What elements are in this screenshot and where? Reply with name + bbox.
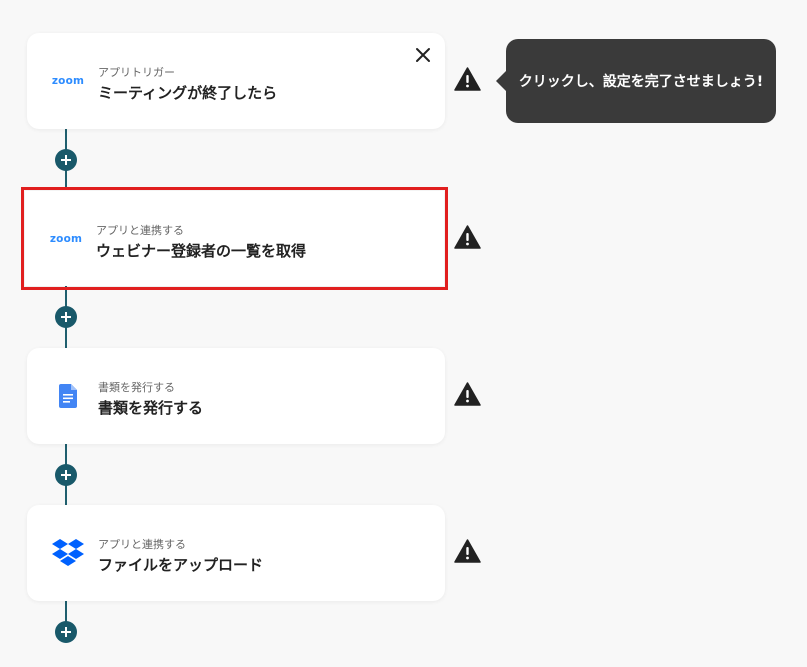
step-card-issue-document[interactable]: 書類を発行する 書類を発行する — [27, 348, 445, 444]
google-docs-icon — [51, 384, 85, 408]
step-subtitle: アプリと連携する — [98, 538, 186, 551]
close-icon[interactable] — [415, 47, 431, 63]
step-subtitle: アプリトリガー — [98, 66, 175, 79]
warning-icon[interactable] — [454, 225, 481, 249]
step-card-webinar-registrants[interactable]: zoom アプリと連携する ウェビナー登録者の一覧を取得 — [21, 187, 448, 290]
flow-canvas: zoom アプリトリガー ミーティングが終了したら zoom アプリと連携する … — [0, 0, 807, 667]
add-step-button[interactable] — [55, 464, 77, 486]
zoom-logo-icon: zoom — [49, 232, 83, 245]
dropbox-icon — [51, 538, 85, 568]
step-title: ファイルをアップロード — [98, 556, 264, 574]
add-step-button[interactable] — [55, 306, 77, 328]
step-title: 書類を発行する — [98, 399, 204, 417]
step-subtitle: アプリと連携する — [96, 224, 184, 237]
warning-icon[interactable] — [454, 382, 481, 406]
step-card-meeting-ended[interactable]: zoom アプリトリガー ミーティングが終了したら — [27, 33, 445, 129]
zoom-logo-icon: zoom — [51, 75, 85, 87]
warning-icon[interactable] — [454, 67, 481, 91]
tooltip-text: クリックし、設定を完了させましょう! — [518, 74, 764, 90]
step-title: ミーティングが終了したら — [98, 84, 278, 102]
warning-icon[interactable] — [454, 539, 481, 563]
setup-tooltip: クリックし、設定を完了させましょう! — [496, 39, 776, 123]
step-card-upload-file[interactable]: アプリと連携する ファイルをアップロード — [27, 505, 445, 601]
add-step-button[interactable] — [55, 621, 77, 643]
add-step-button[interactable] — [55, 149, 77, 171]
step-subtitle: 書類を発行する — [98, 381, 175, 394]
step-title: ウェビナー登録者の一覧を取得 — [96, 242, 307, 260]
